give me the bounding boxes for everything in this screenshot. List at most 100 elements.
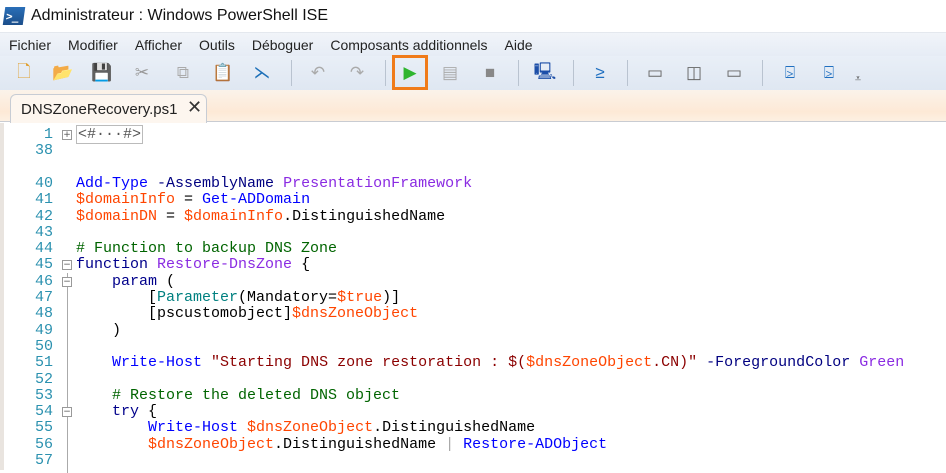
collapse-icon[interactable]: − (62, 260, 72, 271)
line-number: 44 (34, 240, 53, 258)
code-text: param ( (76, 272, 176, 290)
menu-bar: Fichier Modifier Afficher Outils Déboguer Com… (0, 33, 946, 56)
token-plain: .DistinguishedName (274, 435, 446, 453)
show-script-top-button[interactable]: ▭ (644, 62, 666, 84)
toolbar-overflow-icon[interactable]: ⩡ (847, 68, 869, 90)
code-line[interactable]: 45− function Restore-DnsZone { (4, 257, 944, 273)
toolbar-separator (291, 60, 292, 86)
show-script-right-button[interactable]: ◫ (683, 62, 705, 84)
show-console-right-button[interactable]: ⍄ (818, 62, 840, 84)
token-var: $true (337, 289, 383, 306)
token-plain: .DistinguishedName (283, 207, 446, 225)
code-line[interactable]: 57 (4, 453, 944, 469)
powershell-logo-icon: >_ (2, 7, 26, 25)
token-cmd: Write-Host (76, 419, 239, 437)
token-par: -ForegroundColor (706, 354, 851, 372)
token-var: $domainDN (76, 207, 158, 225)
new-file-button[interactable]: 🗋 (13, 62, 35, 84)
code-line[interactable]: 56 $dnsZoneObject.DistinguishedName | Re… (4, 435, 944, 453)
copy-button[interactable]: ⧉ (172, 62, 194, 84)
token-cmd: Add-Type (76, 174, 149, 192)
toolbar-separator (762, 60, 763, 86)
code-line[interactable]: 1 + <#···#> (4, 125, 944, 144)
token-plain: )] (382, 289, 401, 306)
line-number: 53 (34, 386, 53, 404)
token-cmd: Get-ADDomain (202, 191, 311, 209)
code-line[interactable]: 52 (4, 370, 944, 388)
token-str: "Starting DNS zone restoration : $( (211, 354, 527, 372)
line-number: 55 (34, 419, 53, 437)
code-line[interactable]: 43 (4, 223, 944, 241)
run-script-button[interactable]: ▶ (399, 62, 421, 84)
line-number: 43 (34, 223, 53, 241)
line-number: 52 (34, 370, 53, 388)
code-line[interactable]: 42 $domainDN = $domainInfo.DistinguishedN… (4, 207, 944, 225)
line-number: 54 (34, 403, 53, 421)
code-line[interactable]: 48 [pscustomobject]$dnsZoneObject (4, 306, 944, 322)
token-cmd: Restore-ADObject (463, 435, 608, 453)
menu-d-boguer[interactable]: Déboguer (252, 37, 314, 53)
redo-button[interactable]: ↷ (346, 62, 368, 84)
menu-composants-additionnels[interactable]: Composants additionnels (330, 37, 487, 53)
clear-console-button[interactable]: ⋋ (251, 62, 273, 84)
code-text: [pscustomobject]$dnsZoneObject (76, 306, 418, 322)
expand-icon[interactable]: + (62, 130, 72, 140)
run-selection-button[interactable]: ▤ (439, 62, 461, 84)
code-text: function Restore-DnsZone { (76, 257, 310, 273)
tab-dnszonerecovery[interactable]: DNSZoneRecovery.ps1 ✕ (10, 94, 207, 123)
token-com: # Function to backup DNS Zone (76, 240, 338, 258)
line-number: 48 (34, 305, 53, 323)
title-bar: >_ Administrateur : Windows PowerShell I… (0, 0, 946, 33)
line-number: 38 (34, 142, 53, 160)
token-plain: { (139, 403, 158, 421)
token-plain: ) (76, 321, 122, 339)
code-line[interactable]: 50 (4, 337, 944, 355)
code-line[interactable]: 54− try { (4, 404, 944, 420)
collapse-icon[interactable]: − (62, 276, 72, 287)
menu-aide[interactable]: Aide (505, 37, 533, 53)
toolbar-separator (385, 60, 386, 86)
line-number: 1 (43, 126, 53, 143)
show-console-top-button[interactable]: ⍄ (779, 62, 801, 84)
cut-button[interactable]: ✂ (131, 62, 153, 84)
code-line[interactable]: 51 Write-Host "Starting DNS zone restora… (4, 355, 944, 371)
open-file-button[interactable]: 📂 (52, 62, 74, 84)
script-editor[interactable]: 1 + <#···#> 38 40 Add-Type -AssemblyName Pres… (0, 123, 946, 473)
collapse-icon[interactable]: − (62, 407, 72, 418)
code-line[interactable]: 53 # Restore the deleted DNS object (4, 386, 944, 404)
line-number: 50 (34, 337, 53, 355)
save-button[interactable]: 💾 (91, 62, 113, 84)
code-line[interactable]: 41 $domainInfo = Get-ADDomain (4, 192, 944, 208)
undo-button[interactable]: ↶ (307, 62, 329, 84)
start-powershell-button[interactable]: ≥ (589, 62, 611, 84)
code-line[interactable]: 40 Add-Type -AssemblyName PresentationFra… (4, 174, 944, 192)
code-text: ) (76, 321, 122, 339)
remote-tab-button[interactable]: 🖳 (534, 62, 557, 84)
token-plain: ( (157, 272, 176, 290)
code-text: # Function to backup DNS Zone (76, 241, 337, 257)
code-line[interactable]: 49 ) (4, 321, 944, 339)
code-line[interactable] (4, 160, 944, 176)
menu-afficher[interactable]: Afficher (135, 37, 182, 53)
line-number: 41 (34, 191, 53, 209)
show-script-maximized-button[interactable]: ▭ (723, 62, 745, 84)
code-line[interactable]: 47 [Parameter(Mandatory=$true)] (4, 290, 944, 306)
paste-button[interactable]: 📋 (212, 62, 234, 84)
menu-outils[interactable]: Outils (199, 37, 235, 53)
menu-modifier[interactable]: Modifier (68, 37, 118, 53)
close-icon[interactable]: ✕ (187, 97, 202, 118)
token-plain: (Mandatory= (238, 289, 338, 306)
stop-button[interactable]: ■ (479, 62, 501, 84)
token-arg: Restore-DnsZone (157, 256, 293, 274)
line-number: 49 (34, 321, 53, 339)
code-line[interactable]: 46− param ( (4, 272, 944, 290)
menu-fichier[interactable]: Fichier (9, 37, 51, 53)
code-line[interactable]: 38 (4, 143, 944, 159)
token-plain: = (157, 207, 185, 225)
code-line[interactable]: 55 Write-Host $dnsZoneObject.Distinguish… (4, 420, 944, 436)
code-line[interactable]: 44 # Function to backup DNS Zone (4, 241, 944, 257)
tab-label: DNSZoneRecovery.ps1 (21, 100, 178, 118)
